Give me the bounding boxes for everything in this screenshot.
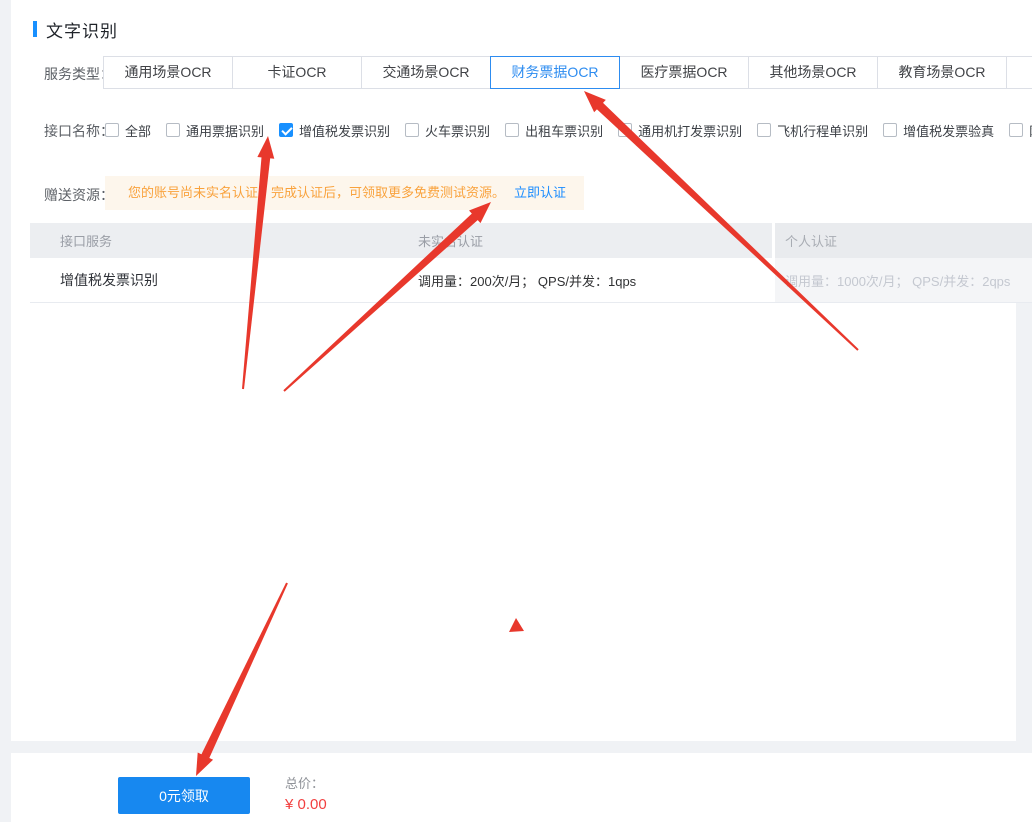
checkbox-box-icon: [1009, 123, 1024, 137]
bonus-resource-row: 赠送资源： 您的账号尚未实名认证，完成认证后，可领取更多免费测试资源。 立即认证: [11, 176, 1032, 210]
checkbox-box-icon: [505, 123, 520, 137]
page-title: 文字识别: [33, 18, 118, 41]
checkbox-taxi-receipt[interactable]: 出租车票识别: [505, 121, 603, 140]
table-header-row: 接口服务 未实名认证 个人认证: [30, 223, 1032, 258]
tab-general-scene-ocr[interactable]: 通用场景OCR: [103, 56, 233, 89]
checkbox-machine-printed-invoice[interactable]: 通用机打发票识别: [618, 121, 742, 140]
checkbox-general-receipt[interactable]: 通用票据识别: [166, 121, 264, 140]
tab-traffic-scene-ocr[interactable]: 交通场景OCR: [361, 56, 491, 89]
tab-education-scene-ocr[interactable]: 教育场景OCR: [877, 56, 1007, 89]
service-type-tabs: 通用场景OCR 卡证OCR 交通场景OCR 财务票据OCR 医疗票据OCR 其他…: [103, 56, 1032, 89]
verify-now-link[interactable]: 立即认证: [514, 176, 566, 210]
interface-checkbox-group: 全部 通用票据识别 增值税发票识别 火车票识别 出租车票识别 通用机打发票识别: [105, 116, 1032, 144]
checkbox-all[interactable]: 全部: [105, 121, 151, 140]
table-row: 增值税发票识别 调用量：200次/月； QPS/并发：1qps 调用量：1000…: [30, 258, 1032, 303]
col-header-interface-service: 接口服务: [30, 223, 413, 258]
checkbox-box-icon: [166, 123, 181, 137]
total-price-label: 总价：: [285, 776, 325, 791]
checkbox-train-ticket[interactable]: 火车票识别: [405, 121, 490, 140]
checkbox-flight-itinerary[interactable]: 飞机行程单识别: [757, 121, 868, 140]
content-card: 文字识别 服务类型： 通用场景OCR 卡证OCR 交通场景OCR 财务票据OCR…: [11, 0, 1032, 741]
page-title-text: 文字识别: [46, 21, 118, 41]
col-header-unverified: 未实名认证: [413, 223, 772, 258]
checkbox-box-icon: [757, 123, 772, 137]
checkbox-box-icon: [105, 123, 119, 137]
total-price-value: ¥ 0.00: [285, 796, 327, 813]
interface-name-label: 接口名称：: [44, 123, 114, 139]
claim-button[interactable]: 0元领取: [118, 777, 250, 814]
tab-medical-receipt-ocr[interactable]: 医疗票据OCR: [619, 56, 749, 89]
checkbox-vat-invoice-verify[interactable]: 增值税发票验真: [883, 121, 994, 140]
cell-service-name: 增值税发票识别: [60, 272, 158, 288]
total-price-block: 总价： ¥ 0.00: [285, 773, 327, 813]
quota-table: 接口服务 未实名认证 个人认证 增值税发票识别 调用量：200次/月； QPS/…: [30, 223, 1032, 303]
bonus-resource-label: 赠送资源：: [44, 187, 114, 203]
title-accent-bar: [33, 21, 37, 37]
checkbox-checked-icon: [279, 123, 294, 137]
service-type-row: 服务类型： 通用场景OCR 卡证OCR 交通场景OCR 财务票据OCR 医疗票据…: [11, 56, 1032, 89]
checkbox-box-icon: [618, 123, 633, 137]
tab-overflow-cut[interactable]: [1006, 56, 1032, 89]
checkbox-box-icon: [405, 123, 420, 137]
page-background-gutter: [1016, 303, 1032, 753]
footer-bar: 0元领取 总价： ¥ 0.00: [11, 753, 1032, 822]
notice-text: 您的账号尚未实名认证，完成认证后，可领取更多免费测试资源。: [128, 185, 506, 200]
col-header-personal-verified: 个人认证: [772, 223, 1032, 258]
verification-notice: 您的账号尚未实名认证，完成认证后，可领取更多免费测试资源。 立即认证: [105, 176, 585, 210]
cell-unverified-quota: 调用量：200次/月； QPS/并发：1qps: [418, 273, 637, 289]
cell-personal-quota: 调用量：1000次/月； QPS/并发：2qps: [772, 258, 1032, 302]
tab-finance-receipt-ocr[interactable]: 财务票据OCR: [490, 56, 620, 89]
checkbox-box-icon: [883, 123, 898, 137]
tab-card-ocr[interactable]: 卡证OCR: [232, 56, 362, 89]
tab-other-scene-ocr[interactable]: 其他场景OCR: [748, 56, 878, 89]
interface-name-row: 接口名称： 全部 通用票据识别 增值税发票识别 火车票识别 出租车票识别 通用机…: [11, 116, 1032, 144]
checkbox-vat-invoice[interactable]: 增值税发票识别: [279, 121, 390, 140]
checkbox-ride-hailing-itinerary[interactable]: 网约车行程单识别: [1009, 121, 1032, 140]
